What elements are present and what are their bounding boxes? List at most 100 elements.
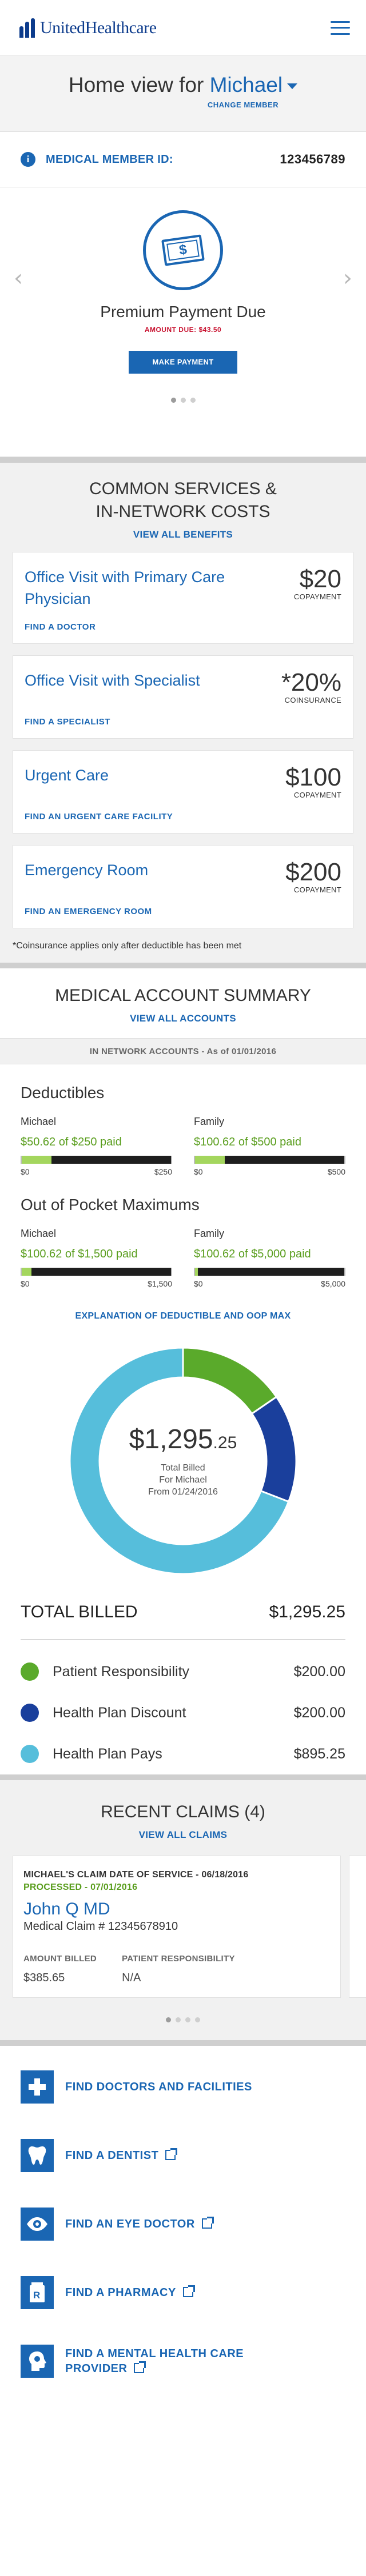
donut-center: $1,295.25 Total Billed For Michael From … xyxy=(129,1424,237,1497)
service-card: Office Visit with Primary Care Physician… xyxy=(13,552,353,644)
find-care-links: FIND DOCTORS AND FACILITIES FIND A DENTI… xyxy=(0,2046,366,2395)
external-link-icon xyxy=(201,2217,214,2229)
find-pharmacy-link[interactable]: R FIND A PHARMACY xyxy=(0,2258,366,2327)
progress-bar xyxy=(194,1156,345,1164)
legend-swatch xyxy=(21,1662,39,1681)
app-header: UnitedHealthcare xyxy=(0,0,366,56)
eye-icon xyxy=(21,2208,54,2241)
service-card: Urgent Care $100 COPAYMENT FIND AN URGENT… xyxy=(13,750,353,834)
alerts-carousel: ‹ › $ Premium Payment Due AMOUNT DUE: $4… xyxy=(0,210,366,457)
carousel-dot[interactable] xyxy=(195,2017,200,2022)
donut-total: $1,295.25 xyxy=(129,1424,237,1455)
service-amount: *20% xyxy=(281,668,341,696)
uhc-bars-logo-icon xyxy=(19,18,37,38)
oop-meter-michael: Michael $100.62 of $1,500 paid $0 $1,500 xyxy=(21,1228,172,1288)
progress-bar xyxy=(21,1156,172,1164)
legend-swatch xyxy=(21,1745,39,1763)
total-billed-donut-chart: $1,295.25 Total Billed For Michael From … xyxy=(69,1347,297,1575)
payment-title: Premium Payment Due xyxy=(100,303,266,321)
service-unit: COPAYMENT xyxy=(293,592,341,601)
carousel-dot[interactable] xyxy=(176,2017,181,2022)
explanation-deductible-link[interactable]: EXPLANATION OF DEDUCTIBLE AND OOP MAX xyxy=(0,1311,366,1321)
recent-claims-section: RECENT CLAIMS (4) VIEW ALL CLAIMS MICHAE… xyxy=(0,1780,366,2040)
section-divider xyxy=(0,457,366,463)
find-eye-doctor-link[interactable]: FIND AN EYE DOCTOR xyxy=(0,2190,366,2258)
find-emergency-room-link[interactable]: FIND AN EMERGENCY ROOM xyxy=(25,907,341,916)
claim-status: PROCESSED - 07/01/2016 xyxy=(23,1882,138,1892)
member-id-label: MEDICAL MEMBER ID: xyxy=(46,153,173,166)
view-all-claims-link[interactable]: VIEW ALL CLAIMS xyxy=(0,1829,366,1841)
in-network-header: IN NETWORK ACCOUNTS - As of 01/01/2016 xyxy=(0,1038,366,1064)
view-all-accounts-link[interactable]: VIEW ALL ACCOUNTS xyxy=(0,1013,366,1024)
claim-provider-link[interactable]: John Q MD xyxy=(23,1900,330,1919)
plus-icon xyxy=(21,2070,54,2104)
progress-bar xyxy=(21,1268,172,1276)
service-unit: COINSURANCE xyxy=(284,696,341,704)
claims-pagination xyxy=(0,2015,366,2025)
brand-name: UnitedHealthcare xyxy=(40,18,157,37)
service-card: Office Visit with Specialist *20% COINSUR… xyxy=(13,655,353,739)
services-title: COMMON SERVICES & IN-NETWORK COSTS xyxy=(89,479,277,521)
find-mental-health-link[interactable]: FIND A MENTAL HEALTH CARE PROVIDER xyxy=(0,2327,366,2395)
service-unit: COPAYMENT xyxy=(293,886,341,894)
total-billed-row: TOTAL BILLED $1,295.25 xyxy=(21,1603,345,1621)
recent-claims-title: RECENT CLAIMS (4) xyxy=(101,1802,265,1821)
claim-card[interactable]: MICHAEL'S CLAIM DATE OF SERVICE - 06/18/… xyxy=(13,1856,341,1998)
summary-title: MEDICAL ACCOUNT SUMMARY xyxy=(55,986,311,1005)
service-card: Emergency Room $200 COPAYMENT FIND AN EME… xyxy=(13,845,353,928)
progress-bar xyxy=(194,1268,345,1276)
carousel-dot[interactable] xyxy=(170,398,176,403)
oop-meter-family: Family $100.62 of $5,000 paid $0 $5,000 xyxy=(194,1228,345,1288)
carousel-prev-icon[interactable]: ‹ xyxy=(14,265,23,291)
find-doctor-link[interactable]: FIND A DOCTOR xyxy=(25,622,341,632)
external-link-icon xyxy=(165,2148,178,2160)
legend-swatch xyxy=(21,1704,39,1722)
divider xyxy=(21,1639,345,1640)
dollar-bill-icon: $ xyxy=(143,210,223,290)
service-amount: $200 xyxy=(285,858,341,886)
carousel-next-icon[interactable]: › xyxy=(343,265,352,291)
section-divider xyxy=(0,1774,366,1780)
hamburger-menu-icon[interactable] xyxy=(331,21,350,35)
view-all-benefits-link[interactable]: VIEW ALL BENEFITS xyxy=(13,529,353,540)
carousel-dot[interactable] xyxy=(180,398,186,403)
info-icon[interactable]: i xyxy=(21,152,35,167)
service-name[interactable]: Office Visit with Primary Care Physician xyxy=(25,566,230,610)
brand-logo[interactable]: UnitedHealthcare xyxy=(19,18,157,38)
find-urgent-care-link[interactable]: FIND AN URGENT CARE FACILITY xyxy=(25,812,341,822)
deductible-meter-michael: Michael $50.62 of $250 paid $0 $250 xyxy=(21,1116,172,1176)
service-name[interactable]: Emergency Room xyxy=(25,859,148,894)
external-link-icon xyxy=(182,2285,195,2297)
service-name[interactable]: Urgent Care xyxy=(25,764,109,799)
account-summary-section: MEDICAL ACCOUNT SUMMARY VIEW ALL ACCOUNT… xyxy=(0,968,366,1774)
find-doctors-facilities-link[interactable]: FIND DOCTORS AND FACILITIES xyxy=(0,2053,366,2121)
service-name[interactable]: Office Visit with Specialist xyxy=(25,670,200,704)
common-services-section: COMMON SERVICES & IN-NETWORK COSTS VIEW … xyxy=(0,463,366,963)
carousel-pagination xyxy=(0,395,366,406)
member-id-value: 123456789 xyxy=(280,152,345,166)
carousel-dot[interactable] xyxy=(190,398,196,403)
member-name-dropdown[interactable]: Michael xyxy=(210,73,283,97)
carousel-dot[interactable] xyxy=(166,2017,171,2022)
section-divider xyxy=(0,2040,366,2046)
change-member-link[interactable]: CHANGE MEMBER xyxy=(120,101,366,109)
home-view-selector: Home view for Michael CHANGE MEMBER xyxy=(0,56,366,131)
external-link-icon xyxy=(134,2361,146,2373)
mental-health-head-icon xyxy=(21,2345,54,2378)
tooth-icon xyxy=(21,2139,54,2172)
legend-patient-responsibility: Patient Responsibility $200.00 xyxy=(0,1662,366,1681)
deductibles-title: Deductibles xyxy=(21,1084,105,1101)
legend-health-plan-pays: Health Plan Pays $895.25 xyxy=(0,1745,366,1763)
pharmacy-rx-icon: R xyxy=(21,2276,54,2309)
member-id-bar: i MEDICAL MEMBER ID: 123456789 xyxy=(0,131,366,187)
chevron-down-icon[interactable] xyxy=(287,83,298,90)
home-view-title[interactable]: Home view for Michael xyxy=(0,73,366,97)
service-unit: COPAYMENT xyxy=(293,791,341,799)
make-payment-button[interactable]: MAKE PAYMENT xyxy=(129,351,237,374)
carousel-dot[interactable] xyxy=(185,2017,190,2022)
find-dentist-link[interactable]: FIND A DENTIST xyxy=(0,2121,366,2190)
service-amount: $100 xyxy=(285,763,341,791)
claim-card-next[interactable] xyxy=(349,1856,366,1998)
find-specialist-link[interactable]: FIND A SPECIALIST xyxy=(25,717,341,727)
deductible-meter-family: Family $100.62 of $500 paid $0 $500 xyxy=(194,1116,345,1176)
